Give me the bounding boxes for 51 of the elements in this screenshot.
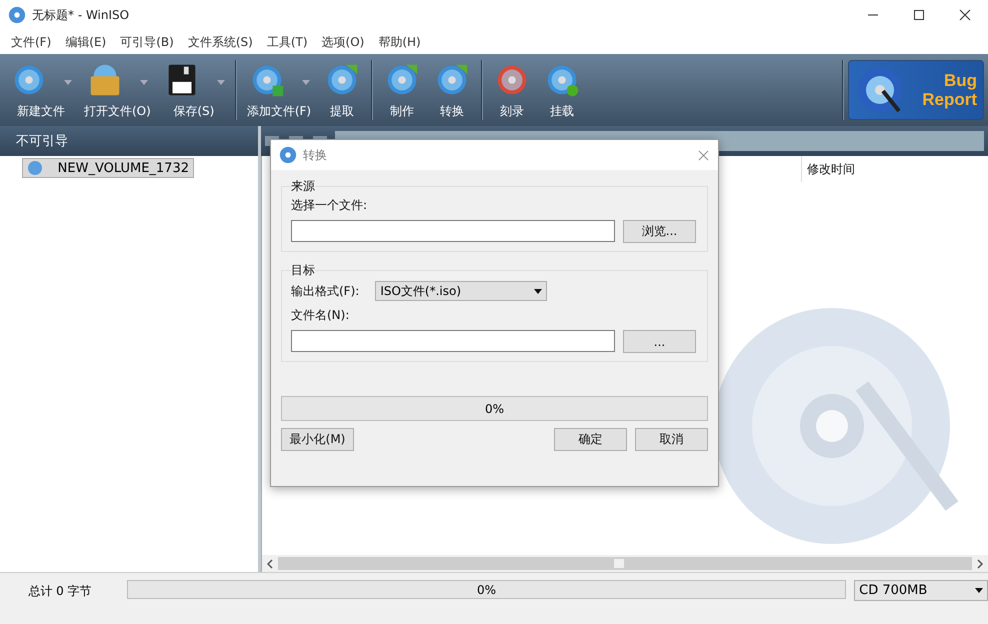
tree-item[interactable]: NEW_VOLUME_1732 [22,158,194,178]
input-field[interactable] [291,220,615,242]
disc-icon [27,160,43,176]
scroll-thumb[interactable] [614,559,624,568]
status-text: 总计 0 字节 [27,583,93,600]
menu-item[interactable]: 工具(T) [260,34,315,50]
caret-icon [534,288,542,294]
app-icon [279,146,297,164]
column-header[interactable]: 修改时间 [802,160,855,178]
dialog-button[interactable]: 确定 [554,428,627,451]
field-label: 文件名(N): [291,307,350,324]
window-title: 无标题* - WinISO [32,6,130,24]
toolbar-button[interactable]: 转换 [427,56,478,124]
toolbar-button[interactable]: 提取 [317,56,368,124]
caret-icon [302,80,310,85]
input-field[interactable] [291,330,615,352]
caret-icon [216,80,225,85]
panel-header: 不可引导 [16,133,68,150]
browse-button[interactable]: 浏览... [623,220,696,243]
group-title: 目标 [291,262,315,279]
caret-icon [64,80,72,85]
close-icon[interactable] [698,150,709,160]
disc-size-dropdown[interactable]: CD 700MB [854,580,988,601]
disc-wand-icon [855,65,905,115]
toolbar-button[interactable]: 制作 [377,56,428,124]
caret-icon [975,588,983,593]
toolbar-button[interactable]: 新建文件 [4,56,78,124]
field-label: 输出格式(F): [291,282,360,300]
progress-bar: 0% [281,396,708,421]
app-icon [8,6,26,24]
field-label: 选择一个文件: [291,197,368,214]
menu-item[interactable]: 编辑(E) [58,34,114,50]
toolbar-button[interactable]: 刻录 [487,56,538,124]
toolbar-button[interactable]: 保存(S) [156,56,231,124]
menu-item[interactable]: 文件(F) [4,34,58,50]
menu-item[interactable]: 可引导(B) [113,34,181,50]
group-title: 来源 [291,178,315,195]
dialog-title: 转换 [303,146,327,164]
menu-item[interactable]: 选项(O) [314,34,372,50]
dialog-button[interactable]: 最小化(M) [281,428,354,451]
toolbar-button[interactable]: 打开文件(O) [78,56,157,124]
format-dropdown[interactable]: ISO文件(*.iso) [375,281,548,301]
menu-item[interactable]: 文件系统(S) [180,34,260,50]
toolbar-button[interactable]: 添加文件(F) [240,56,318,124]
dialog-button[interactable]: 取消 [635,428,708,451]
menu-item[interactable]: 帮助(H) [371,34,428,50]
toolbar-button[interactable]: 挂载 [537,56,588,124]
progress-bar: 0% [126,580,846,599]
bug-report-button[interactable]: Bug Report [848,60,984,120]
browse-button[interactable]: ... [623,330,696,353]
caret-icon [140,80,148,85]
